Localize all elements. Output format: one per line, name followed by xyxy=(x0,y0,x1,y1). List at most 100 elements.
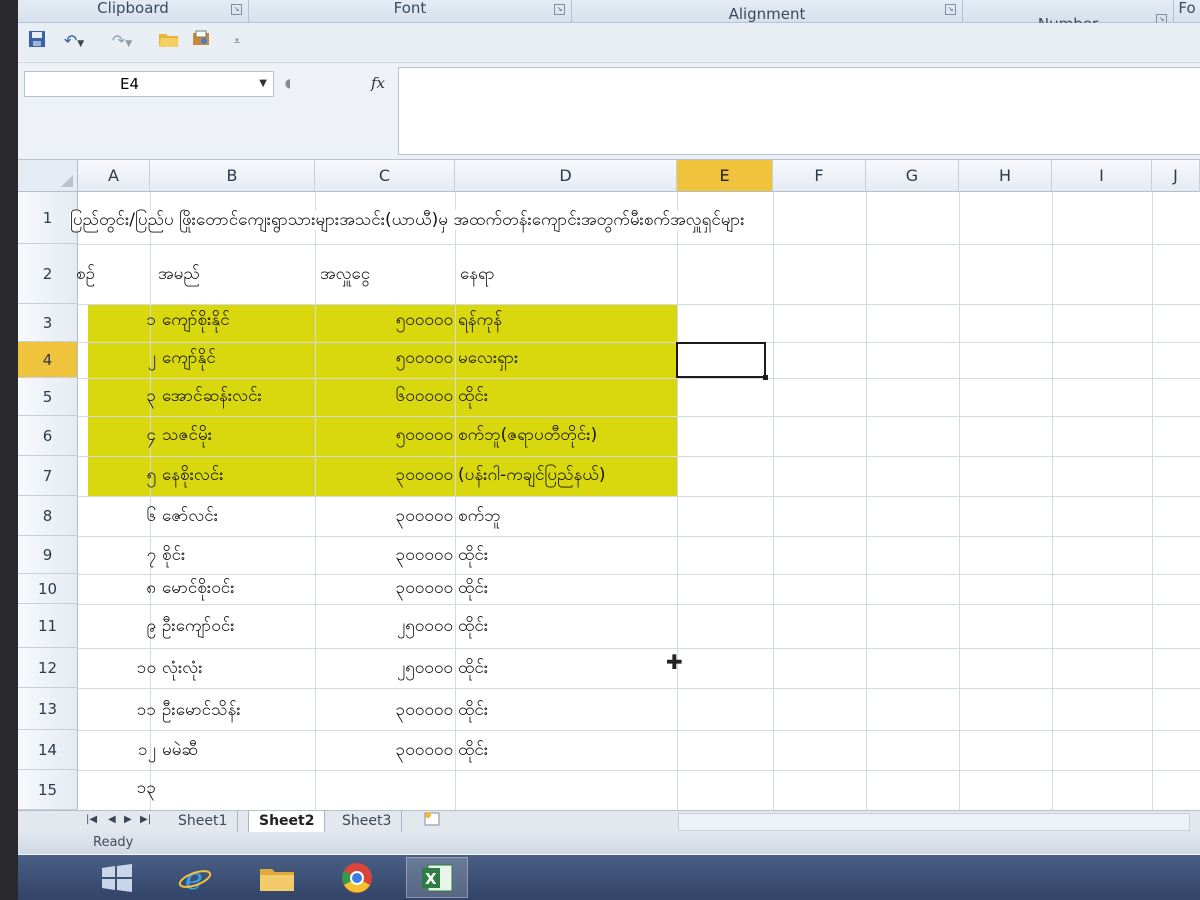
cell-no[interactable]: ၁၀ xyxy=(108,658,156,678)
cell-place[interactable]: ထိုင်း xyxy=(458,700,488,720)
cell-name[interactable]: သဇင်မိုး xyxy=(162,425,212,445)
row-header-3[interactable]: 3 xyxy=(18,304,78,342)
print-preview-icon[interactable] xyxy=(188,29,214,53)
cell-amount[interactable]: ၃၀၀၀၀၀ xyxy=(348,545,453,565)
cell-name[interactable]: ဦးမောင်သိန်း xyxy=(162,700,241,720)
cell-name[interactable]: လုံးလုံး xyxy=(162,658,203,678)
cell-no[interactable]: ၈ xyxy=(108,578,156,598)
column-header-c[interactable]: C xyxy=(315,160,455,192)
cell-no[interactable]: ၇ xyxy=(108,545,156,565)
worksheet-grid[interactable]: A B C D E F G H I J 1 2 3 4 5 6 7 8 9 10… xyxy=(18,160,1200,810)
cell-name[interactable]: မောင်စိုးဝင်း xyxy=(162,578,235,598)
row-header-13[interactable]: 13 xyxy=(18,688,78,730)
cell-name[interactable]: အောင်ဆန်းလင်း xyxy=(162,386,262,406)
header-cell-amount[interactable]: အလှူငွေ xyxy=(320,264,370,284)
select-all-corner[interactable] xyxy=(18,160,78,192)
column-header-j[interactable]: J xyxy=(1152,160,1200,192)
row-header-6[interactable]: 6 xyxy=(18,416,78,456)
cell-amount[interactable]: ၂၅၀၀၀၀ xyxy=(348,616,453,636)
cell-amount[interactable]: ၅၀၀၀၀၀ xyxy=(348,425,453,445)
active-cell-selection[interactable] xyxy=(676,342,768,380)
cell-amount[interactable]: ၂၅၀၀၀၀ xyxy=(348,658,453,678)
cell-place[interactable]: စက်ဘူ xyxy=(458,506,501,526)
cell-no[interactable]: ၁၁ xyxy=(108,700,156,720)
prev-sheet-icon[interactable]: ◀ xyxy=(108,814,116,825)
excel-icon[interactable]: X xyxy=(406,857,468,898)
row-header-1[interactable]: 1 xyxy=(18,192,78,244)
row-header-9[interactable]: 9 xyxy=(18,536,78,574)
cell-no[interactable]: ၂ xyxy=(108,348,156,368)
cell-name[interactable]: နေစိုးလင်း xyxy=(162,465,224,485)
internet-explorer-icon[interactable]: e xyxy=(164,857,226,898)
save-icon[interactable] xyxy=(26,29,48,53)
cell-no[interactable]: ၁၂ xyxy=(108,740,156,760)
undo-icon[interactable]: ↶▼ xyxy=(54,29,94,53)
cell-amount[interactable]: ၅၀၀၀၀၀ xyxy=(348,310,453,330)
cell-place[interactable]: ရန်ကုန် xyxy=(458,310,502,330)
horizontal-scrollbar[interactable] xyxy=(678,813,1190,831)
cell-place[interactable]: ထိုင်း xyxy=(458,740,488,760)
insert-sheet-icon[interactable] xyxy=(412,811,454,832)
cell-amount[interactable]: ၃၀၀၀၀၀ xyxy=(348,506,453,526)
row-header-8[interactable]: 8 xyxy=(18,496,78,536)
row-header-15[interactable]: 15 xyxy=(18,770,78,810)
row-header-12[interactable]: 12 xyxy=(18,648,78,688)
cell-name[interactable]: စိုင်း xyxy=(162,545,185,565)
cell-place[interactable]: ထိုင်း xyxy=(458,386,488,406)
column-header-h[interactable]: H xyxy=(959,160,1052,192)
tab-sheet1[interactable]: Sheet1 xyxy=(168,811,239,832)
dialog-launcher-icon[interactable]: ↘ xyxy=(554,4,565,15)
cell-no[interactable]: ၄ xyxy=(108,425,156,445)
cell-amount[interactable]: ၃၀၀၀၀၀ xyxy=(348,740,453,760)
windows-start-icon[interactable] xyxy=(86,857,148,898)
cell-name[interactable]: ကျော်စိုးနိုင် xyxy=(162,310,230,330)
cell-amount[interactable]: ၆၀၀၀၀၀ xyxy=(348,386,453,406)
chrome-icon[interactable] xyxy=(326,857,388,898)
cell-amount[interactable]: ၃၀၀၀၀၀ xyxy=(348,578,453,598)
cell-amount[interactable]: ၃၀၀၀၀၀ xyxy=(348,700,453,720)
cell-place[interactable]: (ပန်းဂါ-ကချင်ပြည်နယ်) xyxy=(458,465,605,485)
row-header-11[interactable]: 11 xyxy=(18,604,78,648)
row-header-2[interactable]: 2 xyxy=(18,244,78,304)
cell-no[interactable]: ၁၃ xyxy=(108,778,156,798)
column-header-a[interactable]: A xyxy=(78,160,150,192)
row-header-7[interactable]: 7 xyxy=(18,456,78,496)
column-header-i[interactable]: I xyxy=(1052,160,1152,192)
open-folder-icon[interactable] xyxy=(156,29,182,53)
cell-amount[interactable]: ၃၀၀၀၀၀ xyxy=(348,465,453,485)
cell-place[interactable]: စက်ဘူ(ဇရာပတီတိုင်း) xyxy=(458,425,597,445)
header-cell-no[interactable]: စဉ် xyxy=(76,264,95,284)
cell-no[interactable]: ၆ xyxy=(108,506,156,526)
cell-place[interactable]: ထိုင်း xyxy=(458,616,488,636)
tab-sheet2[interactable]: Sheet2 xyxy=(248,811,326,832)
cell-no[interactable]: ၃ xyxy=(108,386,156,406)
column-header-f[interactable]: F xyxy=(773,160,866,192)
column-header-g[interactable]: G xyxy=(866,160,959,192)
column-header-d[interactable]: D xyxy=(455,160,677,192)
row-header-5[interactable]: 5 xyxy=(18,378,78,416)
cell-no[interactable]: ၁ xyxy=(108,310,156,330)
first-sheet-icon[interactable]: |◀ xyxy=(86,814,97,825)
file-explorer-icon[interactable] xyxy=(246,857,308,898)
insert-function-button[interactable]: fx xyxy=(363,71,393,95)
dialog-launcher-icon[interactable]: ↘ xyxy=(231,4,242,15)
name-box[interactable]: E4 ▼ xyxy=(24,71,274,97)
cell-name[interactable]: ဦးကျော်ဝင်း xyxy=(162,616,235,636)
next-sheet-icon[interactable]: ▶ xyxy=(124,814,132,825)
tab-sheet3[interactable]: Sheet3 xyxy=(332,811,403,832)
cell-place[interactable]: မလေးရှား xyxy=(458,348,518,368)
dialog-launcher-icon[interactable]: ↘ xyxy=(945,4,956,15)
drag-handle-icon[interactable]: ◖ xyxy=(276,71,300,95)
row-header-14[interactable]: 14 xyxy=(18,730,78,770)
cell-no[interactable]: ၅ xyxy=(108,465,156,485)
cell-place[interactable]: ထိုင်း xyxy=(458,545,488,565)
column-header-e[interactable]: E xyxy=(677,160,773,192)
column-header-b[interactable]: B xyxy=(150,160,315,192)
sheet-title-cell[interactable]: ပြည်တွင်း/ပြည်ပ ဖြိုးတောင်ကျေးရွာသားများ… xyxy=(70,210,747,230)
header-cell-place[interactable]: နေရာ xyxy=(460,264,495,284)
formula-input[interactable] xyxy=(398,67,1200,155)
redo-icon[interactable]: ↷▼ xyxy=(102,29,142,53)
cell-name[interactable]: ကျော်နိုင် xyxy=(162,348,216,368)
header-cell-name[interactable]: အမည် xyxy=(158,264,200,284)
row-header-4[interactable]: 4 xyxy=(18,342,78,378)
